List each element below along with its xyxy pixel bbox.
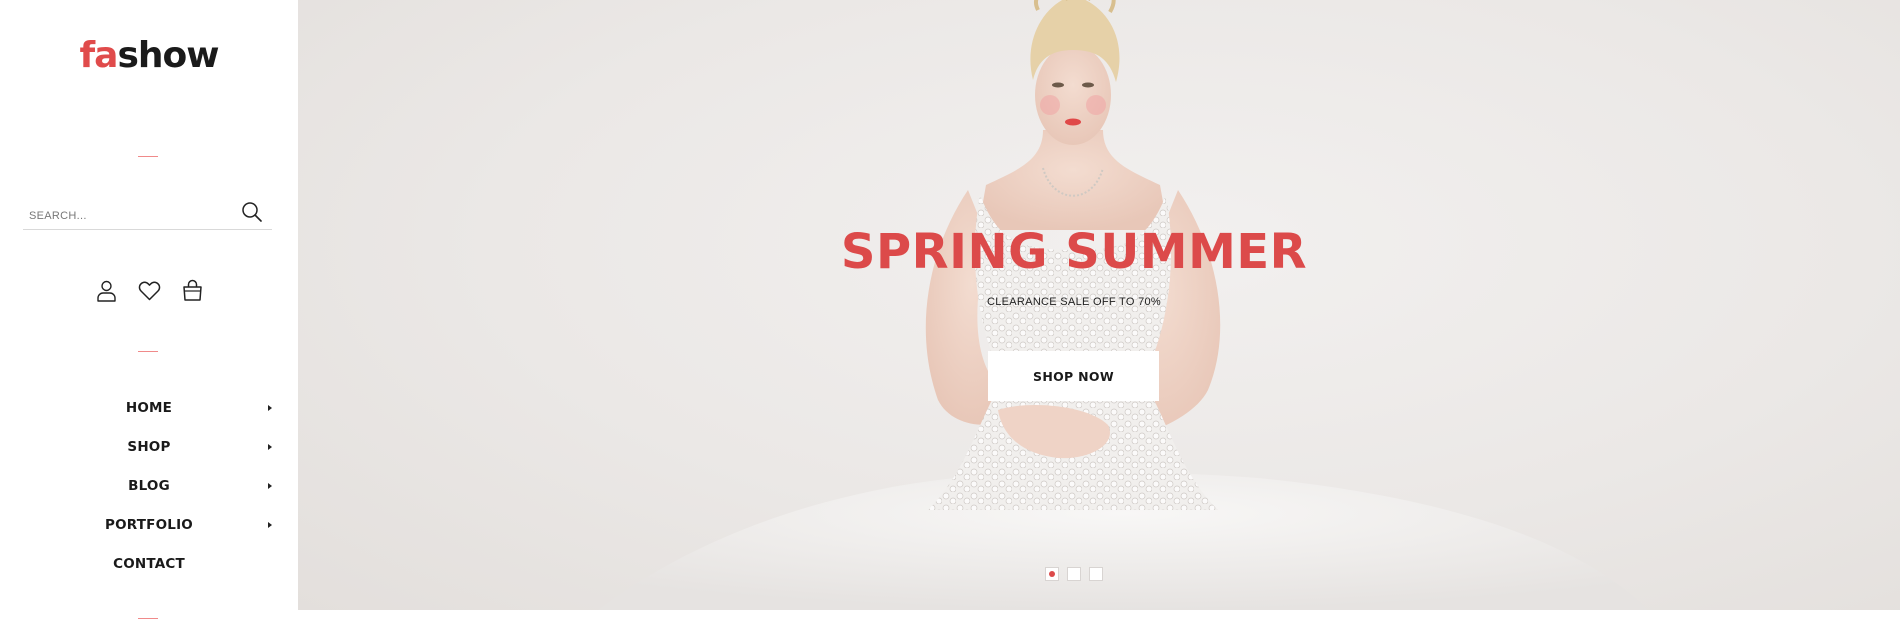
user-icon[interactable]	[94, 278, 119, 303]
shopping-bag-icon[interactable]	[180, 278, 205, 303]
caret-right-icon	[268, 483, 272, 489]
nav-item-label: HOME	[125, 399, 173, 416]
shop-now-button[interactable]: SHOP NOW	[988, 351, 1159, 401]
nav-item-label: SHOP	[127, 438, 171, 455]
caret-right-icon	[268, 444, 272, 450]
nav-item-shop[interactable]: SHOP	[0, 427, 298, 466]
search-input[interactable]	[29, 206, 229, 226]
divider	[138, 351, 158, 352]
sidebar: fashow SEARCH... HOME SHOP BLOG PORTFOLI…	[0, 0, 298, 629]
hero-subtitle: CLEARANCE SALE OFF TO 70%	[987, 296, 1161, 308]
divider	[138, 618, 158, 619]
slider-dot[interactable]	[1067, 567, 1081, 581]
nav-item-label: PORTFOLIO	[105, 516, 193, 533]
search-icon[interactable]	[240, 200, 264, 224]
user-icons	[0, 278, 298, 303]
nav-item-contact[interactable]: CONTACT	[0, 544, 298, 583]
slider-dot[interactable]	[1089, 567, 1103, 581]
heart-icon[interactable]	[137, 278, 162, 303]
divider	[138, 156, 158, 157]
nav-item-label: BLOG	[128, 477, 170, 494]
hero-slider: SPRING SUMMER CLEARANCE SALE OFF TO 70% …	[298, 0, 1900, 610]
logo-accent: fa	[79, 35, 118, 76]
logo-text: show	[117, 35, 219, 76]
hero-title: SPRING SUMMER	[840, 224, 1308, 280]
nav-item-portfolio[interactable]: PORTFOLIO	[0, 505, 298, 544]
page: fashow SEARCH... HOME SHOP BLOG PORTFOLI…	[0, 0, 1900, 629]
nav-item-blog[interactable]: BLOG	[0, 466, 298, 505]
logo[interactable]: fashow	[0, 38, 298, 74]
slider-dot[interactable]	[1045, 567, 1059, 581]
search-bar	[23, 196, 272, 230]
slider-pagination	[1045, 567, 1103, 581]
main-nav: HOME SHOP BLOG PORTFOLIO CONTACT	[0, 388, 298, 583]
caret-right-icon	[268, 522, 272, 528]
caret-right-icon	[268, 405, 272, 411]
nav-item-label: CONTACT	[113, 555, 185, 572]
nav-item-home[interactable]: HOME	[0, 388, 298, 427]
